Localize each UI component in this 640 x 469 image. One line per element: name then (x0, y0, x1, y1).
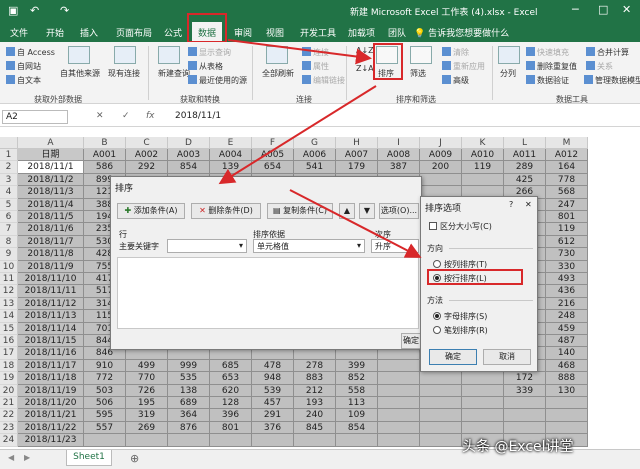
annotation-arrows (218, 39, 422, 258)
add-sheet-icon[interactable]: ⊕ (130, 452, 139, 465)
scroll-left-icon[interactable]: ◀ (8, 453, 14, 462)
arrow-options-to-dialog (289, 189, 422, 258)
sheet-tab-sheet1[interactable]: Sheet1 (66, 450, 112, 466)
arrow-tab-to-sort (227, 39, 372, 65)
arrow-sort-to-dialog (218, 85, 377, 185)
scroll-right-icon[interactable]: ▶ (24, 453, 30, 462)
watermark: 头条 @Excel讲堂 (462, 439, 574, 455)
